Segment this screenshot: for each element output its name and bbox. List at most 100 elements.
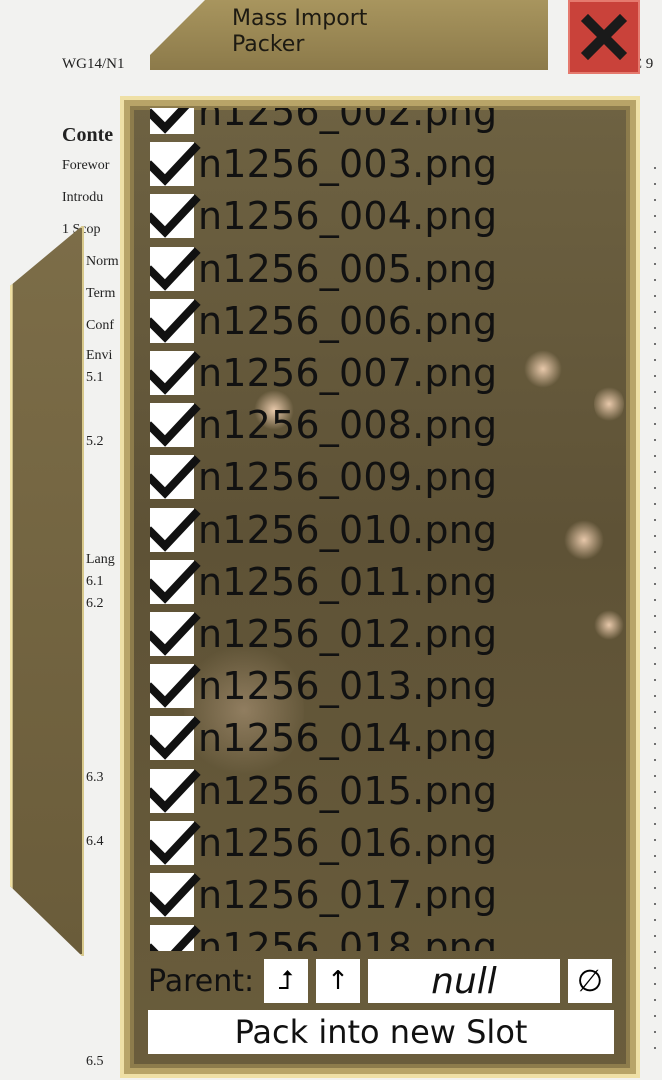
file-name: n1256_018.png [198,925,498,951]
checkmark-icon [150,507,201,552]
doc-toc-entry: Forewor [62,158,110,173]
doc-toc-entry: Envi [86,348,113,363]
return-up-icon: ⮥ [278,965,294,996]
doc-toc-entry: 6.5 [86,1054,104,1069]
doc-toc-entry: Lang [86,552,115,567]
file-name: n1256_015.png [198,768,498,813]
file-checkbox[interactable] [150,194,201,239]
file-checkbox[interactable] [150,298,201,343]
file-name: n1256_006.png [198,298,498,343]
file-name: n1256_014.png [198,716,498,761]
file-checkbox[interactable] [150,872,201,917]
file-name: n1256_002.png [198,108,498,135]
file-checkbox[interactable] [150,664,201,709]
checkmark-icon [150,716,201,761]
file-name: n1256_009.png [198,455,498,500]
file-row[interactable]: n1256_017.png [150,869,620,921]
checkmark-icon [150,925,201,951]
checkmark-icon [150,108,190,134]
checkmark-icon [150,299,201,343]
doc-toc-entry: 5.2 [86,434,104,449]
parent-value-field[interactable]: null [368,959,560,1003]
file-row[interactable]: n1256_012.png [150,608,620,660]
file-name: n1256_004.png [198,194,498,239]
pack-into-new-slot-button[interactable]: Pack into new Slot [148,1010,614,1054]
file-row[interactable]: n1256_006.png [150,295,620,347]
parent-value: null [431,960,497,1002]
close-x-icon [580,13,628,61]
file-checkbox[interactable] [150,108,194,135]
file-checkbox[interactable] [150,559,201,604]
file-name: n1256_008.png [198,403,498,448]
file-checkbox[interactable] [150,716,201,761]
file-name: n1256_012.png [198,611,498,656]
doc-header-left: WG14/N1 [62,56,125,72]
file-checkbox[interactable] [150,351,201,396]
doc-toc-entry: Term [86,286,116,301]
file-row[interactable]: n1256_008.png [150,399,620,451]
file-row[interactable]: n1256_009.png [150,451,620,503]
file-name: n1256_016.png [198,820,498,865]
file-checkbox[interactable] [150,455,201,500]
file-checkbox[interactable] [150,507,201,552]
file-checkbox[interactable] [150,768,201,813]
close-button[interactable] [568,0,640,74]
checkmark-icon [150,455,201,500]
doc-toc-entry: 6.3 [86,770,104,785]
checkmark-icon [150,403,201,447]
checkmark-icon [150,560,201,604]
checkmark-icon [150,664,201,708]
file-row[interactable]: n1256_013.png [150,660,620,712]
file-checkbox[interactable] [150,820,201,865]
doc-toc-entry: Norm [86,254,119,269]
file-row[interactable]: n1256_014.png [150,712,620,764]
doc-toc-entry: Conf [86,318,114,333]
checkmark-icon [150,247,201,291]
title-tab[interactable]: Mass Import Packer [150,0,548,70]
file-row[interactable]: n1256_005.png [150,243,620,295]
file-row[interactable]: n1256_015.png [150,764,620,816]
doc-toc-entry: 6.4 [86,834,104,849]
doc-contents-heading: Conte [62,124,114,146]
file-row[interactable]: n1256_004.png [150,190,620,242]
checkmark-icon [150,873,201,917]
bottom-bar: Parent: ⮥ ↑ null ∅ Pack into new Slot [148,958,618,1054]
file-name: n1256_010.png [198,507,498,552]
file-list[interactable]: n1256_002.png n1256_003.png n1256_004.png n… [150,108,620,951]
arrow-up-icon: ↑ [327,966,349,996]
doc-toc-entry: 6.2 [86,596,104,611]
file-name: n1256_013.png [198,664,498,709]
file-row[interactable]: n1256_018.png [150,921,620,951]
up-button[interactable]: ↑ [316,959,360,1003]
file-name: n1256_003.png [198,142,498,187]
main-panel: n1256_002.png n1256_003.png n1256_004.png n… [120,96,640,1078]
parent-up-button[interactable]: ⮥ [264,959,308,1003]
doc-toc-entry: Introdu [62,190,104,205]
file-name: n1256_007.png [198,351,498,396]
doc-leader-dots [652,160,658,1060]
file-name: n1256_017.png [198,872,498,917]
parent-label: Parent: [148,963,255,999]
checkmark-icon [150,821,201,865]
file-checkbox[interactable] [150,142,201,187]
file-checkbox[interactable] [150,403,201,448]
clear-parent-button[interactable]: ∅ [568,959,612,1003]
file-checkbox[interactable] [150,611,201,656]
checkmark-icon [150,194,201,239]
doc-toc-entry: 5.1 [86,370,104,385]
file-row[interactable]: n1256_003.png [150,138,620,190]
checkmark-icon [150,351,201,395]
file-checkbox[interactable] [150,925,201,951]
file-name: n1256_011.png [198,559,498,604]
parent-row: Parent: ⮥ ↑ null ∅ [148,958,618,1004]
doc-toc-entry: 6.1 [86,574,104,589]
file-checkbox[interactable] [150,246,201,291]
empty-set-icon: ∅ [576,963,604,999]
checkmark-icon [150,142,201,187]
file-row[interactable]: n1256_007.png [150,347,620,399]
file-row[interactable]: n1256_002.png [150,108,620,138]
window-title: Mass Import Packer [232,6,368,57]
file-row[interactable]: n1256_011.png [150,556,620,608]
file-row[interactable]: n1256_010.png [150,504,620,556]
file-row[interactable]: n1256_016.png [150,817,620,869]
